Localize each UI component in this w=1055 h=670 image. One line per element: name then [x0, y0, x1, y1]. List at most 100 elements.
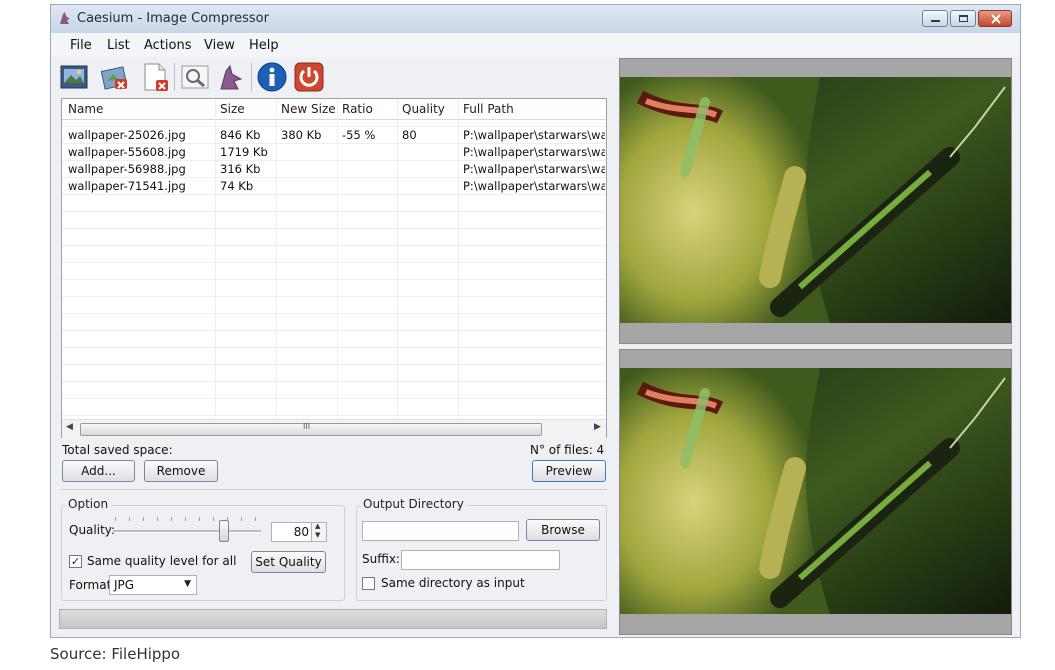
toolbar	[51, 57, 611, 99]
preview-icon[interactable]	[179, 61, 211, 93]
compressed-preview-pane	[619, 349, 1012, 635]
slider-tick	[157, 517, 158, 521]
column-header-size[interactable]: Size	[220, 102, 245, 116]
row-divider	[62, 279, 606, 280]
close-button[interactable]	[978, 10, 1012, 27]
row-divider	[62, 245, 606, 246]
format-select[interactable]: JPG ▼	[109, 575, 197, 595]
scroll-left-arrow-icon[interactable]: ◀	[66, 422, 73, 432]
menu-view[interactable]: View	[204, 38, 235, 53]
horizontal-scrollbar[interactable]: ◀ III ▶	[62, 419, 606, 438]
suffix-label: Suffix:	[362, 552, 400, 566]
slider-tick	[241, 517, 242, 521]
row-divider	[62, 330, 606, 331]
open-images-icon[interactable]	[59, 61, 91, 93]
same-quality-checkbox[interactable]: ✓	[69, 555, 82, 568]
spin-down-icon[interactable]: ▼	[315, 531, 320, 539]
slider-tick	[171, 517, 172, 521]
preview-button[interactable]: Preview	[532, 460, 606, 482]
cell-size: 1719 Kb	[220, 145, 268, 159]
output-directory-label: Output Directory	[360, 497, 467, 511]
cell-name: wallpaper-56988.jpg	[68, 162, 186, 176]
remove-button[interactable]: Remove	[144, 460, 218, 482]
maximize-button[interactable]	[950, 10, 976, 27]
same-directory-label: Same directory as input	[381, 576, 525, 590]
slider-tick	[115, 517, 116, 521]
compressed-preview-image	[620, 368, 1011, 614]
cell-name: wallpaper-55608.jpg	[68, 145, 186, 159]
scroll-grip: III	[303, 422, 311, 431]
menu-actions[interactable]: Actions	[144, 38, 192, 53]
close-icon	[991, 14, 1001, 24]
cell-path: P:\wallpaper\starwars\wallpa	[463, 128, 605, 142]
menu-file[interactable]: File	[70, 38, 92, 53]
file-list[interactable]: Name Size New Size Ratio Quality Full Pa…	[61, 98, 607, 438]
remove-items-icon[interactable]	[99, 61, 131, 93]
quality-slider-thumb[interactable]	[219, 520, 229, 542]
quality-slider-track[interactable]	[113, 530, 261, 533]
table-row[interactable]: wallpaper-56988.jpg 316 Kb P:\wallpaper\…	[62, 160, 606, 177]
slider-tick	[185, 517, 186, 521]
row-divider	[62, 194, 606, 195]
source-caption: Source: FileHippo	[50, 645, 181, 663]
slider-tick	[129, 517, 130, 521]
slider-tick	[213, 517, 214, 521]
scroll-right-arrow-icon[interactable]: ▶	[594, 422, 601, 432]
compress-icon[interactable]	[215, 61, 247, 93]
row-divider	[62, 347, 606, 348]
spinner-buttons[interactable]: ▲ ▼	[311, 522, 326, 541]
column-header-quality[interactable]: Quality	[402, 102, 445, 116]
original-preview-pane	[619, 58, 1012, 344]
row-divider	[62, 364, 606, 365]
cell-name: wallpaper-25026.jpg	[68, 128, 186, 142]
cell-path: P:\wallpaper\starwars\wallpa	[463, 162, 605, 176]
column-header-name[interactable]: Name	[68, 102, 103, 116]
row-divider	[62, 415, 606, 416]
row-divider	[62, 313, 606, 314]
menu-list[interactable]: List	[107, 38, 130, 53]
spin-up-icon[interactable]: ▲	[315, 522, 320, 530]
option-group-label: Option	[65, 497, 112, 511]
clear-list-icon[interactable]	[139, 61, 171, 93]
scrollbar-thumb[interactable]: III	[80, 422, 542, 436]
add-button[interactable]: Add...	[62, 460, 135, 482]
column-header-ratio[interactable]: Ratio	[342, 102, 373, 116]
slider-tick	[255, 517, 256, 521]
list-header: Name Size New Size Ratio Quality Full Pa…	[62, 99, 606, 120]
row-divider	[62, 228, 606, 229]
cell-size: 846 Kb	[220, 128, 261, 142]
same-directory-checkbox[interactable]	[362, 577, 375, 590]
table-row[interactable]: wallpaper-71541.jpg 74 Kb P:\wallpaper\s…	[62, 177, 606, 194]
toolbar-separator	[174, 63, 175, 91]
original-preview-image	[620, 77, 1011, 323]
table-row[interactable]: wallpaper-55608.jpg 1719 Kb P:\wallpaper…	[62, 143, 606, 160]
same-quality-label: Same quality level for all	[87, 554, 237, 568]
set-quality-button[interactable]: Set Quality	[251, 551, 326, 573]
quality-spinner[interactable]: 80 ▲ ▼	[271, 522, 327, 542]
slider-tick	[143, 517, 144, 521]
cell-size: 316 Kb	[220, 162, 261, 176]
browse-button[interactable]: Browse	[526, 519, 600, 541]
output-directory-input[interactable]	[362, 521, 519, 541]
slider-tick	[199, 517, 200, 521]
quality-value: 80	[293, 525, 309, 539]
format-value: JPG	[114, 578, 135, 592]
info-icon[interactable]	[256, 61, 288, 93]
row-divider	[62, 296, 606, 297]
toolbar-separator	[251, 63, 252, 91]
title-bar: Caesium - Image Compressor	[51, 5, 1020, 33]
row-divider	[62, 262, 606, 263]
status-bar	[59, 609, 607, 629]
divider	[61, 489, 607, 490]
column-header-full-path[interactable]: Full Path	[463, 102, 514, 116]
row-divider	[62, 211, 606, 212]
menu-help[interactable]: Help	[249, 38, 279, 53]
suffix-input[interactable]	[401, 550, 560, 570]
exit-icon[interactable]	[293, 61, 325, 93]
table-row[interactable]: wallpaper-25026.jpg 846 Kb 380 Kb -55 % …	[62, 126, 606, 143]
column-header-new-size[interactable]: New Size	[281, 102, 336, 116]
app-window: Caesium - Image Compressor File List Act…	[50, 4, 1021, 638]
cell-quality: 80	[402, 128, 417, 142]
dropdown-arrow-icon[interactable]: ▼	[184, 579, 191, 589]
minimize-button[interactable]	[922, 10, 948, 27]
